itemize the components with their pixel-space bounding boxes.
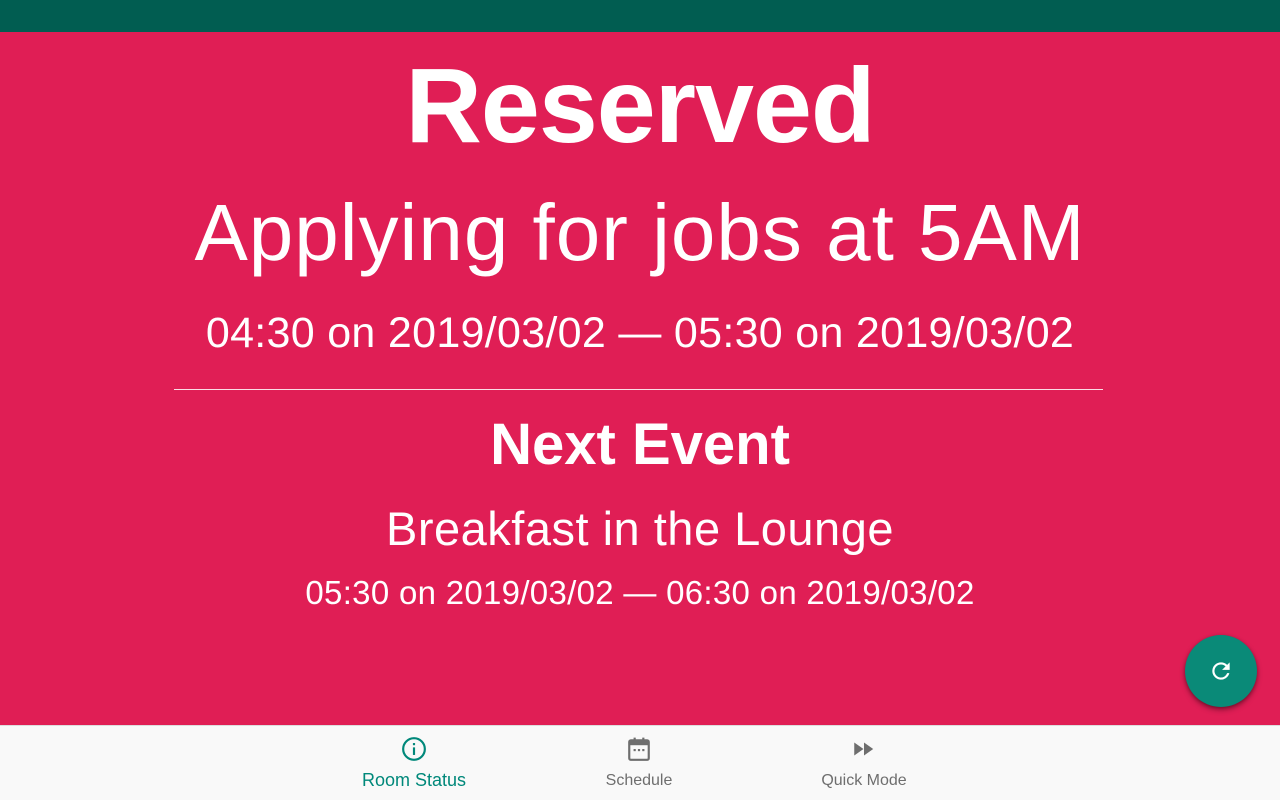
- nav-room-status[interactable]: Room Status: [304, 726, 524, 800]
- current-event-time: 04:30 on 2019/03/02 — 05:30 on 2019/03/0…: [205, 309, 1075, 357]
- fast-forward-icon: [854, 742, 874, 756]
- info-icon: [402, 737, 426, 761]
- nav-schedule-label: Schedule: [605, 772, 673, 789]
- next-event-heading: Next Event: [490, 412, 790, 477]
- current-event-title: Applying for jobs at 5AM: [194, 188, 1086, 277]
- system-status-bar: [0, 0, 1280, 32]
- nav-quick-mode-label: Quick Mode: [821, 772, 907, 789]
- calendar-icon: [628, 737, 650, 761]
- next-event-time: 05:30 on 2019/03/02 — 06:30 on 2019/03/0…: [305, 574, 975, 611]
- room-status-panel: Reserved Applying for jobs at 5AM 04:30 …: [0, 32, 1280, 725]
- next-event-title: Breakfast in the Lounge: [386, 502, 894, 555]
- nav-room-status-label: Room Status: [361, 770, 467, 790]
- section-divider: [174, 389, 1103, 390]
- refresh-button[interactable]: [1185, 635, 1257, 707]
- nav-quick-mode[interactable]: Quick Mode: [754, 726, 974, 800]
- bottom-navigation: Room Status Schedule Quick Mode: [0, 725, 1280, 800]
- refresh-icon: [1212, 662, 1230, 680]
- room-status-title: Reserved: [405, 47, 875, 165]
- nav-schedule[interactable]: Schedule: [529, 726, 749, 800]
